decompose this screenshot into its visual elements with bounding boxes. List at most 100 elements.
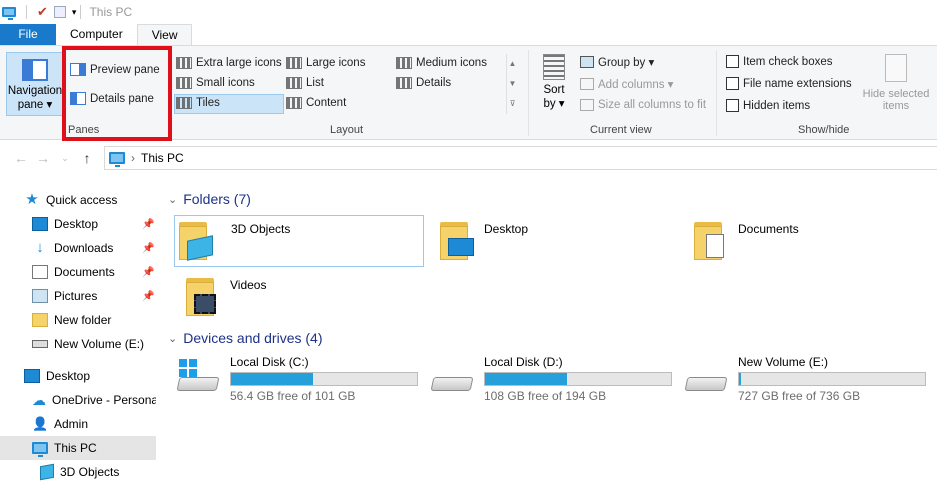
breadcrumb[interactable]: This PC [141, 151, 184, 165]
sidebar-item-desktop-root[interactable]: Desktop [0, 364, 156, 388]
sort-by-button[interactable]: Sort by ▾ [538, 54, 570, 110]
folder-tile[interactable]: Documents [690, 216, 930, 266]
sidebar-item-desktop[interactable]: Desktop 📌 [0, 212, 156, 236]
layout-small-icons[interactable]: Small icons [176, 77, 255, 89]
chevron-down-icon: ⌄ [168, 193, 178, 206]
folder-tile[interactable]: 3D Objects [174, 215, 424, 267]
file-name-extensions-option[interactable]: File name extensions [726, 77, 852, 90]
drive-tile[interactable]: Local Disk (C:) 56.4 GB free of 101 GB [176, 355, 418, 403]
address-bar[interactable]: › This PC [104, 146, 937, 170]
tab-file[interactable]: File [0, 24, 56, 45]
drive-tile[interactable]: New Volume (E:) 727 GB free of 736 GB [684, 355, 926, 403]
drive-usage-bar [484, 372, 672, 386]
new-folder-icon[interactable] [53, 6, 66, 18]
tiles-icon [176, 97, 192, 109]
sidebar-item-admin[interactable]: 👤 Admin [0, 412, 156, 436]
drive-usage-fill [739, 373, 742, 385]
sidebar-item-this-pc[interactable]: This PC [0, 436, 156, 460]
hide-selected-items-button[interactable]: Hide selected items [858, 54, 934, 112]
group-by-icon [580, 56, 594, 68]
pc-icon[interactable] [2, 7, 16, 20]
tab-view[interactable]: View [136, 24, 193, 45]
folder-tile[interactable]: Desktop [436, 216, 676, 266]
current-view-group-label: Current view [590, 124, 652, 136]
title-bar: ✔ ▾ This PC [0, 0, 937, 24]
layout-details[interactable]: Details [396, 77, 451, 89]
hide-selected-icon [885, 54, 907, 82]
size-columns-button[interactable]: Size all columns to fit [580, 99, 706, 111]
hard-drive-icon [684, 369, 730, 399]
properties-icon[interactable]: ✔ [37, 4, 48, 20]
recent-locations-icon[interactable]: ⌄ [54, 153, 76, 164]
content-icon [286, 97, 302, 109]
item-check-boxes-checkbox[interactable] [726, 55, 739, 68]
layout-scroll[interactable]: ▲ ▼ ⊽ [506, 54, 518, 114]
pictures-icon [32, 289, 48, 303]
pin-icon: 📌 [142, 290, 155, 302]
folder-icon [32, 313, 48, 327]
hidden-items-option[interactable]: Hidden items [726, 99, 810, 112]
group-by-button[interactable]: Group by ▾ [580, 55, 654, 69]
navigation-pane-label: Navigation [7, 85, 63, 97]
show-hide-group-label: Show/hide [798, 124, 850, 136]
drive-usage-bar [738, 372, 926, 386]
drive-usage-bar [230, 372, 418, 386]
pc-icon [32, 442, 48, 457]
pin-icon: 📌 [142, 218, 155, 230]
folder-tile[interactable]: Videos [182, 272, 422, 322]
sidebar-item-3d-objects[interactable]: 3D Objects [0, 460, 156, 484]
navigation-pane-button[interactable]: Navigation pane ▾ [6, 52, 64, 116]
file-name-extensions-checkbox[interactable] [726, 77, 739, 90]
tab-computer[interactable]: Computer [56, 24, 137, 45]
forward-arrow-icon[interactable]: → [32, 150, 54, 166]
drive-icon [32, 340, 48, 348]
panes-highlight-box [62, 46, 172, 141]
navigation-pane: ★ Quick access Desktop 📌 ↓ Downloads 📌 Docum… [0, 180, 158, 491]
hidden-items-checkbox[interactable] [726, 99, 739, 112]
up-arrow-icon[interactable]: ↑ [76, 150, 98, 166]
sort-by-icon [543, 54, 565, 80]
item-check-boxes-option[interactable]: Item check boxes [726, 55, 832, 68]
3d-objects-folder-icon [175, 216, 215, 262]
pin-icon: 📌 [142, 242, 155, 254]
sidebar-item-pictures[interactable]: Pictures 📌 [0, 284, 156, 308]
pc-icon [109, 152, 125, 167]
download-icon: ↓ [36, 239, 44, 256]
sidebar-item-quick-access[interactable]: ★ Quick access [0, 188, 156, 212]
layout-tiles[interactable]: Tiles [176, 97, 220, 109]
extra-large-icons-icon [176, 57, 192, 69]
layout-content[interactable]: Content [286, 97, 346, 109]
pin-icon: 📌 [142, 266, 155, 278]
folders-section-header[interactable]: ⌄ Folders (7) [168, 191, 251, 207]
drive-usage-fill [485, 373, 567, 385]
breadcrumb-separator: › [131, 151, 135, 165]
customize-qa-icon[interactable]: ▾ [72, 7, 77, 18]
large-icons-icon [286, 57, 302, 69]
sidebar-item-new-folder[interactable]: New folder [0, 308, 156, 332]
ribbon-tabs: File Computer View [0, 24, 937, 45]
documents-folder-icon [690, 216, 730, 262]
add-columns-button[interactable]: Add columns ▾ [580, 77, 673, 91]
3d-objects-icon [40, 463, 54, 481]
drives-section-header[interactable]: ⌄ Devices and drives (4) [168, 330, 323, 346]
user-icon: 👤 [32, 416, 49, 431]
navigation-pane-icon [22, 59, 48, 81]
sidebar-item-new-volume[interactable]: New Volume (E:) [0, 332, 156, 356]
back-arrow-icon[interactable]: ← [10, 150, 32, 166]
sidebar-item-onedrive[interactable]: ☁ OneDrive - Persona [0, 388, 156, 412]
desktop-icon [32, 217, 48, 231]
cloud-icon: ☁ [32, 392, 46, 408]
drive-usage-fill [231, 373, 313, 385]
layout-extra-large-icons[interactable]: Extra large icons [176, 57, 282, 69]
layout-large-icons[interactable]: Large icons [286, 57, 365, 69]
layout-list[interactable]: List [286, 77, 324, 89]
sidebar-item-downloads[interactable]: ↓ Downloads 📌 [0, 236, 156, 260]
size-columns-icon [580, 99, 594, 111]
sidebar-item-documents[interactable]: Documents 📌 [0, 260, 156, 284]
add-columns-icon [580, 78, 594, 90]
chevron-down-icon: ⌄ [168, 332, 178, 345]
layout-group-label: Layout [330, 124, 364, 136]
drive-tile[interactable]: Local Disk (D:) 108 GB free of 194 GB [430, 355, 672, 403]
layout-medium-icons[interactable]: Medium icons [396, 57, 487, 69]
desktop-folder-icon [436, 216, 476, 262]
